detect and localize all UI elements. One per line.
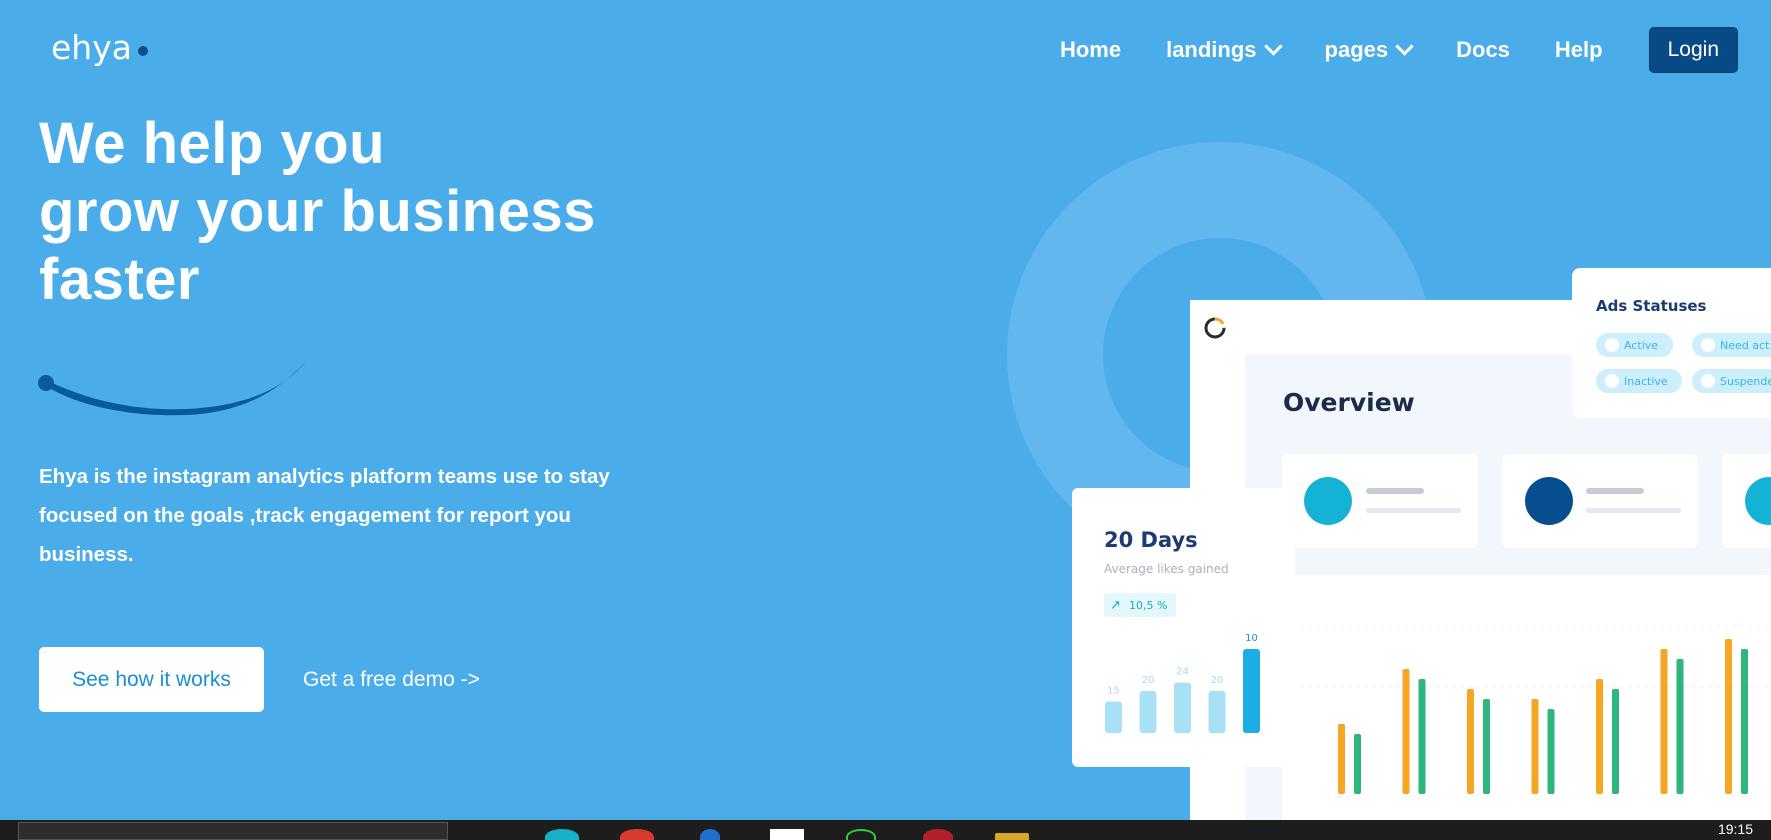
see-how-it-works-button[interactable]: See how it works <box>39 647 264 712</box>
nav-docs-label: Docs <box>1456 37 1510 62</box>
nav-help-label: Help <box>1554 37 1603 62</box>
logo-text: ehya <box>51 28 132 67</box>
taskbar: 19:15 <box>0 820 1771 840</box>
status-chip-label: Inactive <box>1624 375 1668 388</box>
nav-pages-dropdown[interactable]: pages <box>1324 37 1414 63</box>
nav-pages-label: pages <box>1324 37 1389 62</box>
mini-chart-bar <box>1174 682 1191 733</box>
hero-title-line: We help you <box>39 111 386 176</box>
status-chip-suspended: Suspende <box>1692 369 1771 393</box>
chevron-down-icon <box>1263 37 1283 56</box>
hero-title-line: faster <box>39 247 200 312</box>
main-nav: Home landings pages Docs Help Login <box>1060 27 1738 73</box>
mini-chart-bar <box>1139 691 1157 733</box>
taskbar-app-icon[interactable] <box>700 829 720 840</box>
status-chip-label: Need act <box>1720 339 1770 352</box>
chart-bar-orange <box>1660 649 1668 794</box>
status-chip-need-action: Need act <box>1692 333 1771 357</box>
logo[interactable]: ehya <box>51 28 148 67</box>
login-button[interactable]: Login <box>1648 27 1738 73</box>
days-card: 20 Days Average likes gained ↗ 10,5 % 15… <box>1072 488 1295 767</box>
stat-avatar <box>1525 477 1573 525</box>
chart-bar-green <box>1547 709 1555 794</box>
nav-docs[interactable]: Docs <box>1456 37 1510 63</box>
mini-chart-label: 20 <box>1142 675 1155 686</box>
taskbar-app-icon[interactable] <box>846 829 876 840</box>
hero-description: Ehya is the instagram analytics platform… <box>39 465 610 566</box>
mini-chart-label: 20 <box>1211 675 1224 686</box>
taskbar-clock: 19:15 <box>1717 821 1753 837</box>
nav-landings-label: landings <box>1166 37 1257 62</box>
stat-avatar <box>1304 477 1352 525</box>
nav-home-label: Home <box>1059 37 1122 62</box>
chart-bar-orange <box>1531 699 1539 794</box>
mini-chart-label: 15 <box>1107 686 1120 697</box>
chevron-down-icon <box>1395 37 1414 56</box>
status-chip-inactive: Inactive <box>1596 369 1682 393</box>
status-chip-active: Active <box>1596 333 1673 357</box>
chart-bar-green <box>1354 734 1361 794</box>
nav-landings-dropdown[interactable]: landings <box>1166 37 1283 63</box>
mini-chart-label: 24 <box>1176 667 1189 678</box>
chart-bar-green <box>1418 679 1426 794</box>
chart-bar-orange <box>1725 639 1732 794</box>
chart-bar-green <box>1483 699 1490 794</box>
mini-chart-bar <box>1105 701 1122 733</box>
taskbar-app-icon[interactable] <box>770 829 804 840</box>
nav-home[interactable]: Home <box>1060 37 1121 63</box>
mini-chart-label: 10 <box>1245 633 1258 644</box>
nav-help[interactable]: Help <box>1555 37 1603 63</box>
overview-title: Overview <box>1283 388 1415 417</box>
chart-bar-orange <box>1596 679 1603 794</box>
swoosh-underline <box>38 361 306 416</box>
logo-dot <box>137 45 148 56</box>
taskbar-app-icon[interactable] <box>995 833 1029 840</box>
taskbar-app-icon[interactable] <box>923 829 953 840</box>
days-card-title: 20 Days <box>1104 528 1198 552</box>
get-free-demo-link[interactable]: Get a free demo -> <box>303 668 480 692</box>
dashboard-illustration: Overview Ads Statuses Active Need act In… <box>1007 142 1771 820</box>
taskbar-search[interactable] <box>18 822 448 840</box>
arrow-up-right-icon: ↗ <box>1110 598 1121 613</box>
status-chip-label: Suspende <box>1720 375 1771 388</box>
ads-statuses-card: Ads Statuses Active Need act Inactive Su… <box>1572 268 1771 418</box>
mini-chart-bar <box>1208 691 1226 733</box>
ads-statuses-title: Ads Statuses <box>1596 297 1707 315</box>
mini-chart-bar <box>1243 649 1260 733</box>
chart-bar-green <box>1676 659 1684 794</box>
chart-bar-green <box>1612 689 1619 794</box>
days-card-subtitle: Average likes gained <box>1104 562 1229 576</box>
taskbar-app-icon[interactable] <box>545 829 579 840</box>
chart-bar-orange <box>1338 724 1345 794</box>
taskbar-app-icon[interactable] <box>620 829 654 840</box>
chart-bar-orange <box>1402 669 1410 794</box>
hero-title-line: grow your business <box>39 179 596 244</box>
chart-bar-green <box>1741 649 1748 794</box>
hero-title: We help you grow your business faster <box>39 110 596 314</box>
status-chip-label: Active <box>1624 339 1658 352</box>
growth-badge: 10,5 % <box>1129 599 1167 612</box>
chart-bar-orange <box>1467 689 1474 794</box>
